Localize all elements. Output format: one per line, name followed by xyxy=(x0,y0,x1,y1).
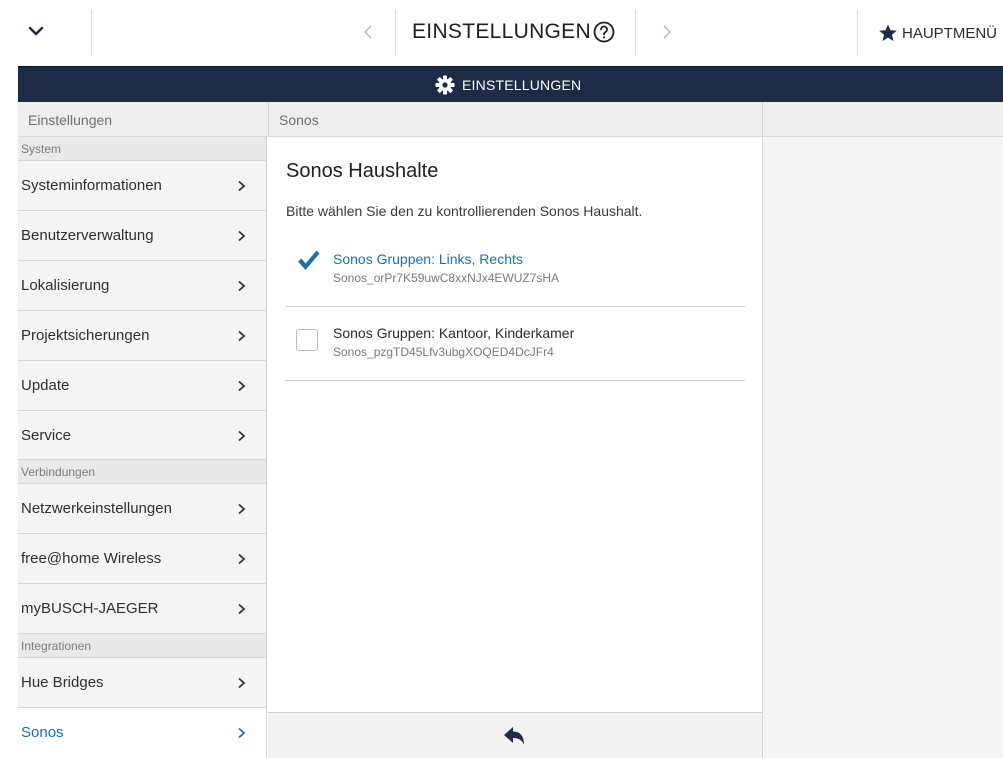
sidebar-item-label: Benutzerverwaltung xyxy=(21,227,154,244)
main-footer xyxy=(268,712,762,758)
chevron-down-icon[interactable] xyxy=(26,21,46,41)
sidebar-item-label: Sonos xyxy=(21,724,64,741)
chevron-right-icon xyxy=(238,280,246,292)
detail-panel xyxy=(762,137,1003,758)
section-description: Bitte wählen Sie den zu kontrollierenden… xyxy=(286,203,643,219)
household-id: Sonos_orPr7K59uwC8xxNJx4EWUZ7sHA xyxy=(333,271,560,285)
household-option[interactable]: Sonos Gruppen: Links, Rechts Sonos_orPr7… xyxy=(286,233,745,307)
help-circle-icon[interactable] xyxy=(592,20,616,44)
top-bar-divider xyxy=(91,10,92,55)
top-bar-divider xyxy=(395,10,396,55)
sidebar-item-netzwerkeinstellungen[interactable]: Netzwerkeinstellungen xyxy=(18,484,266,534)
star-icon[interactable] xyxy=(878,23,898,43)
sidebar-item-projektsicherungen[interactable]: Projektsicherungen xyxy=(18,311,266,361)
sidebar: System Systeminformationen Benutzerverwa… xyxy=(18,137,267,758)
sidebar-column-title: Einstellungen xyxy=(18,102,268,137)
section-title: Sonos Haushalte xyxy=(286,160,439,182)
reply-arrow-icon[interactable] xyxy=(503,726,525,746)
chevron-right-icon xyxy=(238,503,246,515)
sidebar-item-label: Update xyxy=(21,377,70,394)
main-column-title: Sonos xyxy=(268,102,762,137)
household-checkbox[interactable] xyxy=(296,329,318,351)
chevron-right-icon xyxy=(238,430,246,442)
household-id: Sonos_pzgTD45Lfv3ubgXOQED4DcJFr4 xyxy=(333,345,554,359)
section-header-verbindungen: Verbindungen xyxy=(18,460,266,484)
sidebar-item-label: Hue Bridges xyxy=(21,674,104,691)
sidebar-item-mybusch-jaeger[interactable]: myBUSCH-JAEGER xyxy=(18,584,266,634)
top-bar-divider xyxy=(857,10,858,55)
sidebar-item-label: Netzwerkeinstellungen xyxy=(21,500,172,517)
gear-icon xyxy=(435,75,455,95)
chevron-right-icon[interactable] xyxy=(660,22,674,42)
sidebar-item-update[interactable]: Update xyxy=(18,361,266,411)
sidebar-item-label: Projektsicherungen xyxy=(21,327,150,344)
section-header-integrationen: Integrationen xyxy=(18,634,266,658)
chevron-right-icon xyxy=(238,230,246,242)
settings-header: EINSTELLUNGEN xyxy=(18,66,1003,102)
household-name: Sonos Gruppen: Links, Rechts xyxy=(333,251,523,267)
sidebar-item-benutzerverwaltung[interactable]: Benutzerverwaltung xyxy=(18,211,266,261)
sidebar-item-free-home-wireless[interactable]: free@home Wireless xyxy=(18,534,266,584)
sidebar-item-label: myBUSCH-JAEGER xyxy=(21,600,159,617)
chevron-right-icon xyxy=(238,553,246,565)
sidebar-item-sonos[interactable]: Sonos xyxy=(18,708,266,758)
chevron-left-icon[interactable] xyxy=(361,22,375,42)
checkmark-icon[interactable] xyxy=(295,248,321,274)
sidebar-item-lokalisierung[interactable]: Lokalisierung xyxy=(18,261,266,311)
sidebar-item-label: free@home Wireless xyxy=(21,550,162,567)
page-title: EINSTELLUNGEN xyxy=(412,20,591,43)
settings-header-title: EINSTELLUNGEN xyxy=(462,77,582,93)
chevron-right-icon xyxy=(238,180,246,192)
chevron-right-icon xyxy=(238,677,246,689)
detail-column-header xyxy=(762,102,1003,137)
chevron-right-icon xyxy=(238,727,246,739)
section-header-system: System xyxy=(18,137,266,161)
household-option[interactable]: Sonos Gruppen: Kantoor, Kinderkamer Sono… xyxy=(286,307,745,381)
top-bar-divider xyxy=(635,10,636,55)
sidebar-item-service[interactable]: Service xyxy=(18,411,266,460)
chevron-right-icon xyxy=(238,380,246,392)
sidebar-item-label: Lokalisierung xyxy=(21,277,110,294)
chevron-right-icon xyxy=(238,603,246,615)
chevron-right-icon xyxy=(238,330,246,342)
sidebar-item-label: Service xyxy=(21,427,72,444)
household-name: Sonos Gruppen: Kantoor, Kinderkamer xyxy=(333,325,575,341)
sidebar-item-hue-bridges[interactable]: Hue Bridges xyxy=(18,658,266,708)
sidebar-item-label: Systeminformationen xyxy=(21,177,162,194)
main-panel: Sonos Haushalte Bitte wählen Sie den zu … xyxy=(268,137,762,712)
sidebar-item-systeminformationen[interactable]: Systeminformationen xyxy=(18,161,266,211)
top-bar: EINSTELLUNGEN HAUPTMENÜ xyxy=(0,0,1003,66)
main-menu-link[interactable]: HAUPTMENÜ xyxy=(902,25,997,42)
